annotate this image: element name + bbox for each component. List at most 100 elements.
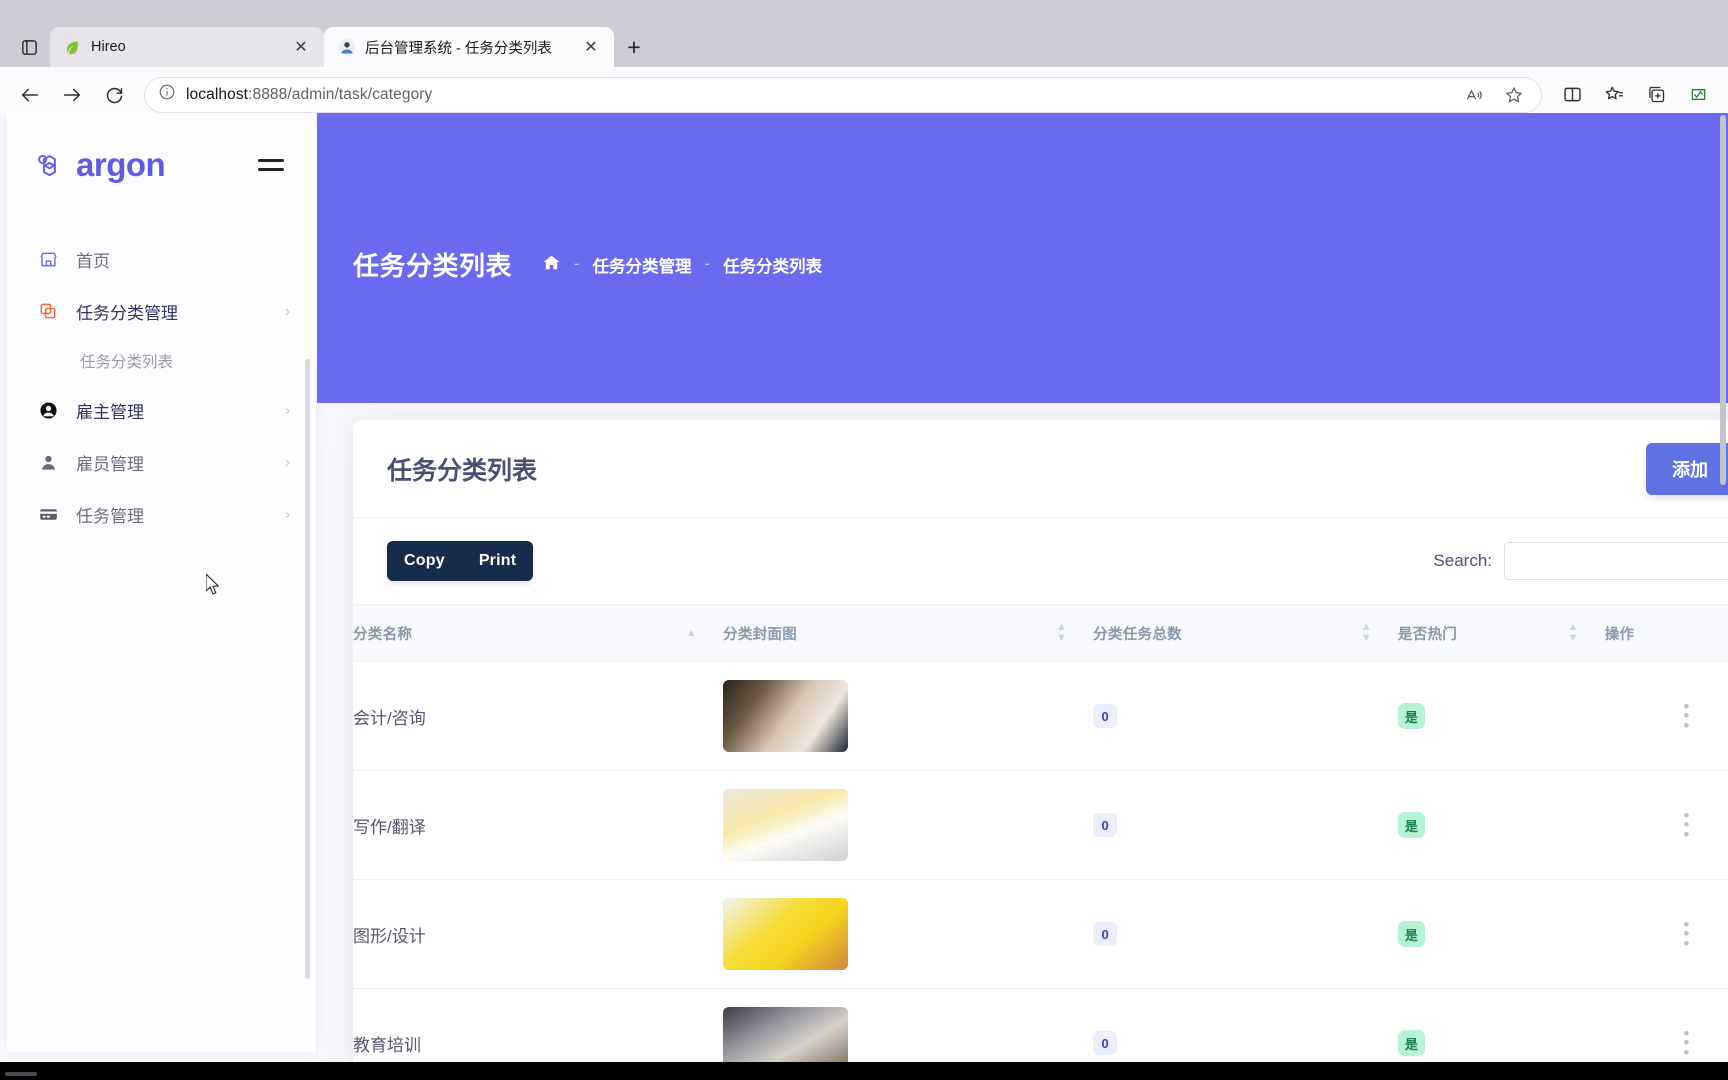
table-row[interactable]: 会计/咨询 0 是 • • •	[353, 661, 1728, 771]
browser-tab-admin[interactable]: 后台管理系统 - 任务分类列表 ✕	[324, 27, 614, 67]
close-icon[interactable]: ✕	[578, 34, 604, 60]
sidebar-nav: 首页 任务分类管理 › 任务分类列表 雇主管理 › 雇员管理 › 任务管理 ›	[7, 233, 316, 540]
sidebar-subitem-task-category-list[interactable]: 任务分类列表	[7, 337, 316, 384]
cell-task-count: 0	[1093, 770, 1398, 880]
collections-icon[interactable]	[1636, 75, 1676, 115]
copy-orange-icon	[37, 300, 59, 322]
breadcrumb-item-1[interactable]: 任务分类管理	[593, 253, 692, 277]
category-thumbnail[interactable]	[723, 680, 849, 752]
address-path: :8888/admin/task/category	[248, 85, 433, 103]
sidebar-item-task[interactable]: 任务管理 ›	[7, 488, 316, 540]
credit-card-icon	[37, 503, 59, 525]
table-body: 会计/咨询0是•••写作/翻译0是•••图形/设计0是•••教育培训0是•••数…	[353, 661, 1728, 1062]
progress-indicator	[5, 1072, 37, 1076]
tab-actions-icon[interactable]	[8, 27, 50, 67]
forward-arrow-icon[interactable]	[52, 75, 92, 115]
address-bar[interactable]: localhost:8888/admin/task/category	[144, 75, 1542, 115]
sidebar-scrollbar[interactable]	[305, 359, 310, 979]
read-aloud-icon[interactable]	[1454, 75, 1494, 115]
table-row[interactable]: 教育培训 0 是 • • •	[353, 988, 1728, 1062]
chevron-right-icon: ›	[285, 401, 290, 419]
admin-sidebar: argon 首页 任务分类管理 › 任务分类列表 雇主管理 › 雇员管理 › 任…	[7, 113, 317, 1052]
browser-tab-hireo[interactable]: Hireo ✕	[50, 27, 324, 67]
sidebar-item-label: 任务管理	[76, 506, 144, 526]
table-row[interactable]: 写作/翻译 0 是 • • •	[353, 770, 1728, 880]
chevron-right-icon: ›	[285, 453, 290, 471]
cell-cover-image	[723, 879, 1094, 989]
category-thumbnail[interactable]	[723, 789, 849, 861]
search-area: Search:	[1433, 542, 1728, 580]
cell-cover-image	[723, 661, 1094, 771]
column-header-cover[interactable]: 分类封面图 ▲ ▼	[723, 604, 1094, 662]
cell-actions: • • •	[1604, 988, 1728, 1062]
table-row[interactable]: 图形/设计 0 是 • • •	[353, 879, 1728, 989]
card-header: 任务分类列表 添加	[353, 420, 1728, 518]
tab-strip: Hireo ✕ 后台管理系统 - 任务分类列表 ✕ +	[0, 22, 1728, 67]
category-thumbnail[interactable]	[723, 898, 849, 970]
cell-category-name: 写作/翻译	[353, 770, 724, 880]
browser-window: Hireo ✕ 后台管理系统 - 任务分类列表 ✕ + localhost:88…	[0, 0, 1728, 1080]
tab-title: 后台管理系统 - 任务分类列表	[365, 40, 552, 57]
sidebar-item-employee[interactable]: 雇员管理 ›	[7, 436, 316, 488]
table-toolbar: Copy Print Search:	[353, 518, 1728, 604]
cell-is-hot: 是	[1397, 661, 1605, 771]
favorite-star-icon[interactable]	[1494, 75, 1534, 115]
close-icon[interactable]: ✕	[288, 34, 314, 60]
column-header-action: 操作	[1604, 604, 1728, 662]
back-arrow-icon[interactable]	[10, 75, 50, 115]
new-tab-button[interactable]: +	[614, 27, 654, 67]
split-screen-icon[interactable]	[1552, 75, 1592, 115]
kebab-menu-icon[interactable]: • • •	[1605, 807, 1728, 843]
breadcrumb-separator: -	[574, 255, 580, 273]
user-circle-icon	[37, 399, 59, 421]
chevron-right-icon: ›	[285, 302, 290, 320]
mouse-cursor	[205, 573, 222, 596]
sidebar-item-label: 首页	[76, 251, 110, 271]
argon-logo-icon	[35, 148, 69, 182]
cell-is-hot: 是	[1397, 879, 1605, 989]
address-host: localhost	[186, 85, 249, 103]
kebab-menu-icon[interactable]: • • •	[1605, 1025, 1728, 1061]
extensions-icon[interactable]	[1678, 75, 1718, 115]
hamburger-icon[interactable]	[258, 152, 288, 178]
info-icon[interactable]	[158, 83, 176, 106]
scrollbar-thumb[interactable]	[1720, 115, 1726, 485]
cell-is-hot: 是	[1397, 770, 1605, 880]
reload-icon[interactable]	[94, 75, 134, 115]
cell-is-hot: 是	[1397, 988, 1605, 1062]
column-label: 操作	[1604, 626, 1635, 643]
page-title: 任务分类列表	[353, 251, 513, 281]
sidebar-item-home[interactable]: 首页	[7, 233, 316, 285]
favorites-list-icon[interactable]	[1594, 75, 1634, 115]
page-viewport: argon 首页 任务分类管理 › 任务分类列表 雇主管理 › 雇员管理 › 任…	[0, 113, 1728, 1062]
category-table: 分类名称 ▲ 分类封面图 ▲ ▼ 分类任务总数 ▲ ▼ 是否热门 ▲ ▼ 操作 会计/咨询 0 是…	[353, 604, 1728, 1062]
breadcrumb-item-2[interactable]: 任务分类列表	[723, 253, 822, 277]
category-thumbnail[interactable]	[723, 1007, 849, 1062]
column-label: 是否热门	[1397, 626, 1458, 643]
home-icon[interactable]	[542, 254, 561, 276]
sidebar-item-employer[interactable]: 雇主管理 ›	[7, 384, 316, 436]
kebab-menu-icon[interactable]: • • •	[1605, 698, 1728, 734]
copy-button[interactable]: Copy	[387, 541, 462, 581]
search-input[interactable]	[1504, 542, 1728, 580]
column-header-name[interactable]: 分类名称 ▲	[353, 604, 724, 662]
cell-task-count: 0	[1093, 988, 1398, 1062]
search-label: Search:	[1433, 551, 1492, 570]
column-header-hot[interactable]: 是否热门 ▲ ▼	[1397, 604, 1605, 662]
page-scrollbar[interactable]	[1718, 113, 1728, 1062]
column-header-count[interactable]: 分类任务总数 ▲ ▼	[1093, 604, 1398, 662]
sidebar-brand-row: argon	[7, 113, 316, 191]
kebab-menu-icon[interactable]: • • •	[1605, 916, 1728, 952]
cell-task-count: 0	[1093, 879, 1398, 989]
column-label: 分类封面图	[723, 626, 798, 643]
hot-status-badge: 是	[1397, 703, 1425, 729]
print-button[interactable]: Print	[462, 541, 533, 581]
card-title: 任务分类列表	[387, 456, 538, 485]
cell-category-name: 图形/设计	[353, 879, 724, 989]
sort-icon: ▲ ▼	[1055, 621, 1068, 644]
sidebar-item-label: 雇员管理	[76, 454, 144, 474]
add-category-button[interactable]: 添加	[1646, 442, 1728, 495]
cell-cover-image	[723, 988, 1094, 1062]
sidebar-item-task-category[interactable]: 任务分类管理 ›	[7, 285, 316, 337]
task-count-badge: 0	[1093, 813, 1118, 837]
